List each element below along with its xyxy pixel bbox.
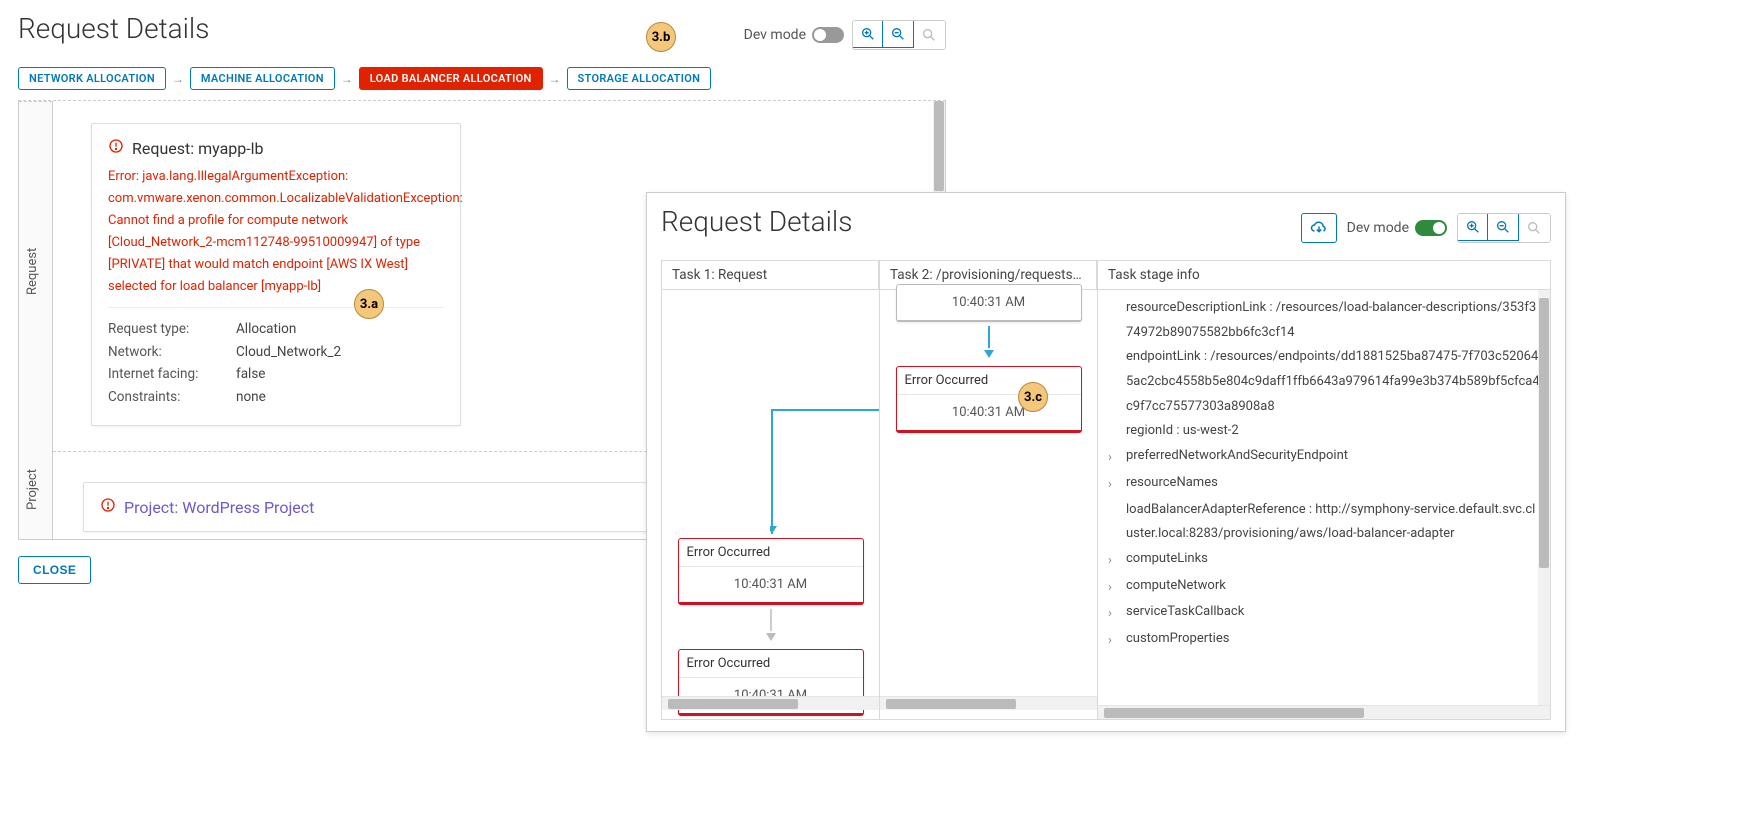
caret-right-icon: › bbox=[1108, 444, 1120, 471]
cloud-download-icon bbox=[1310, 219, 1328, 237]
request-card: Request: myapp-lb Error: java.lang.Illeg… bbox=[91, 123, 461, 426]
info-row: loadBalancerAdapterReference : http://sy… bbox=[1104, 498, 1540, 547]
zoom-button-group bbox=[852, 20, 946, 50]
panel2-header: Request Details Dev mode bbox=[661, 205, 1551, 250]
task1-header[interactable]: Task 1: Request bbox=[662, 261, 879, 290]
caret-right-icon: › bbox=[1108, 600, 1120, 627]
task1-card-1[interactable]: Error Occurred 10:40:31 AM bbox=[678, 538, 864, 605]
request-card-title-row: Request: myapp-lb bbox=[108, 138, 444, 158]
alloc-arrow-icon: → bbox=[547, 72, 563, 86]
info-row-expandable[interactable]: ›computeLinks bbox=[1104, 547, 1540, 574]
zoom-out-icon bbox=[890, 26, 906, 42]
request-details-panel-devmode: Request Details Dev mode bbox=[646, 192, 1566, 732]
info-row-expandable[interactable]: ›resourceNames bbox=[1104, 471, 1540, 498]
alloc-arrow-icon: → bbox=[339, 72, 355, 86]
dev-mode-block: Dev mode bbox=[744, 27, 844, 43]
flow-line-icon bbox=[988, 326, 990, 348]
zoom-reset-icon bbox=[921, 27, 937, 43]
task1-column: Task 1: Request Error Occurred 10:40:31 … bbox=[662, 261, 880, 719]
side-tab-request[interactable]: Request bbox=[19, 101, 52, 441]
info-row-expandable[interactable]: ›serviceTaskCallback bbox=[1104, 600, 1540, 627]
req-row-type: Request type:Allocation bbox=[108, 318, 444, 341]
zoom-in-button[interactable] bbox=[1457, 213, 1489, 241]
zoom-out-button[interactable] bbox=[1487, 213, 1519, 241]
zoom-in-icon bbox=[1465, 219, 1481, 235]
info-row-expandable[interactable]: ›customProperties bbox=[1104, 627, 1540, 654]
request-card-error: Error: java.lang.IllegalArgumentExceptio… bbox=[108, 166, 444, 299]
request-card-table: Request type:Allocation Network:Cloud_Ne… bbox=[108, 307, 444, 410]
dev-mode-toggle[interactable] bbox=[1415, 220, 1447, 236]
error-icon bbox=[108, 138, 124, 158]
error-prefix: Error: bbox=[108, 169, 139, 184]
dev-mode-label: Dev mode bbox=[744, 27, 806, 43]
close-button[interactable]: CLOSE bbox=[18, 556, 91, 584]
panel2-body: Task 1: Request Error Occurred 10:40:31 … bbox=[661, 260, 1551, 720]
alloc-chip-storage[interactable]: STORAGE ALLOCATION bbox=[567, 67, 712, 90]
info-row: endpointLink : /resources/endpoints/dd18… bbox=[1104, 345, 1540, 419]
caret-right-icon: › bbox=[1108, 574, 1120, 601]
info-row: regionId : us-west-2 bbox=[1104, 419, 1540, 444]
task2-card-partial[interactable]: 10:40:31 AM bbox=[896, 284, 1082, 322]
caret-right-icon: › bbox=[1108, 547, 1120, 574]
task2-body: 10:40:31 AM Error Occurred 10:40:31 AM bbox=[880, 290, 1097, 696]
dev-mode-toggle[interactable] bbox=[812, 27, 844, 43]
request-card-title: Request: myapp-lb bbox=[132, 139, 264, 158]
flow-line-icon bbox=[770, 609, 772, 631]
info-scrollbar-horizontal[interactable] bbox=[1098, 705, 1550, 719]
alloc-chip-network[interactable]: NETWORK ALLOCATION bbox=[18, 67, 166, 90]
allocation-chain: NETWORK ALLOCATION → MACHINE ALLOCATION … bbox=[18, 67, 946, 90]
zoom-out-button[interactable] bbox=[882, 20, 914, 48]
zoom-out-icon bbox=[1495, 219, 1511, 235]
caret-right-icon: › bbox=[1108, 471, 1120, 498]
zoom-reset-icon bbox=[1526, 220, 1542, 236]
page-title: Request Details bbox=[18, 12, 209, 45]
zoom-reset-button[interactable] bbox=[913, 21, 945, 49]
alloc-chip-machine[interactable]: MACHINE ALLOCATION bbox=[190, 67, 335, 90]
req-row-internet: Internet facing:false bbox=[108, 363, 444, 386]
panel1-header: Request Details Dev mode bbox=[18, 12, 946, 57]
info-row: resourceDescriptionLink : /resources/loa… bbox=[1104, 296, 1540, 345]
error-body: java.lang.IllegalArgumentException: com.… bbox=[108, 169, 463, 294]
task1-body: Error Occurred 10:40:31 AM Error Occurre… bbox=[662, 290, 879, 696]
page-title: Request Details bbox=[661, 205, 852, 238]
panel1-right-controls: Dev mode bbox=[744, 20, 946, 50]
task-stage-info-column: Task stage info resourceDescriptionLink … bbox=[1098, 261, 1550, 719]
task-info-body: resourceDescriptionLink : /resources/loa… bbox=[1098, 290, 1550, 705]
error-icon bbox=[100, 497, 116, 517]
dev-mode-label: Dev mode bbox=[1347, 220, 1409, 236]
caret-right-icon: › bbox=[1108, 627, 1120, 654]
task2-card-1[interactable]: Error Occurred 10:40:31 AM bbox=[896, 366, 1082, 433]
zoom-in-icon bbox=[860, 26, 876, 42]
task2-column: Task 2: /provisioning/requests/l… 10:40:… bbox=[880, 261, 1098, 719]
info-row-expandable[interactable]: ›preferredNetworkAndSecurityEndpoint bbox=[1104, 444, 1540, 471]
alloc-chip-loadbalancer[interactable]: LOAD BALANCER ALLOCATION bbox=[359, 67, 543, 90]
info-row-expandable[interactable]: ›computeNetwork bbox=[1104, 574, 1540, 601]
flow-arrow-icon bbox=[766, 633, 776, 641]
zoom-reset-button[interactable] bbox=[1518, 214, 1550, 242]
zoom-in-button[interactable] bbox=[852, 20, 884, 48]
req-row-constraints: Constraints:none bbox=[108, 386, 444, 409]
project-card-title: Project: WordPress Project bbox=[124, 498, 314, 517]
alloc-arrow-icon: → bbox=[170, 72, 186, 86]
dev-mode-block: Dev mode bbox=[1347, 220, 1447, 236]
info-scrollbar-vertical[interactable] bbox=[1538, 290, 1550, 705]
side-tabs: Request Project bbox=[19, 101, 53, 539]
task1-scrollbar-horizontal[interactable] bbox=[662, 696, 879, 710]
task-info-header: Task stage info bbox=[1098, 261, 1550, 290]
zoom-button-group bbox=[1457, 213, 1551, 243]
side-tab-project[interactable]: Project bbox=[19, 441, 52, 539]
task2-scrollbar-horizontal[interactable] bbox=[880, 696, 1097, 710]
req-row-network: Network:Cloud_Network_2 bbox=[108, 341, 444, 364]
flow-arrow-icon bbox=[984, 350, 994, 358]
download-button[interactable] bbox=[1301, 213, 1337, 243]
